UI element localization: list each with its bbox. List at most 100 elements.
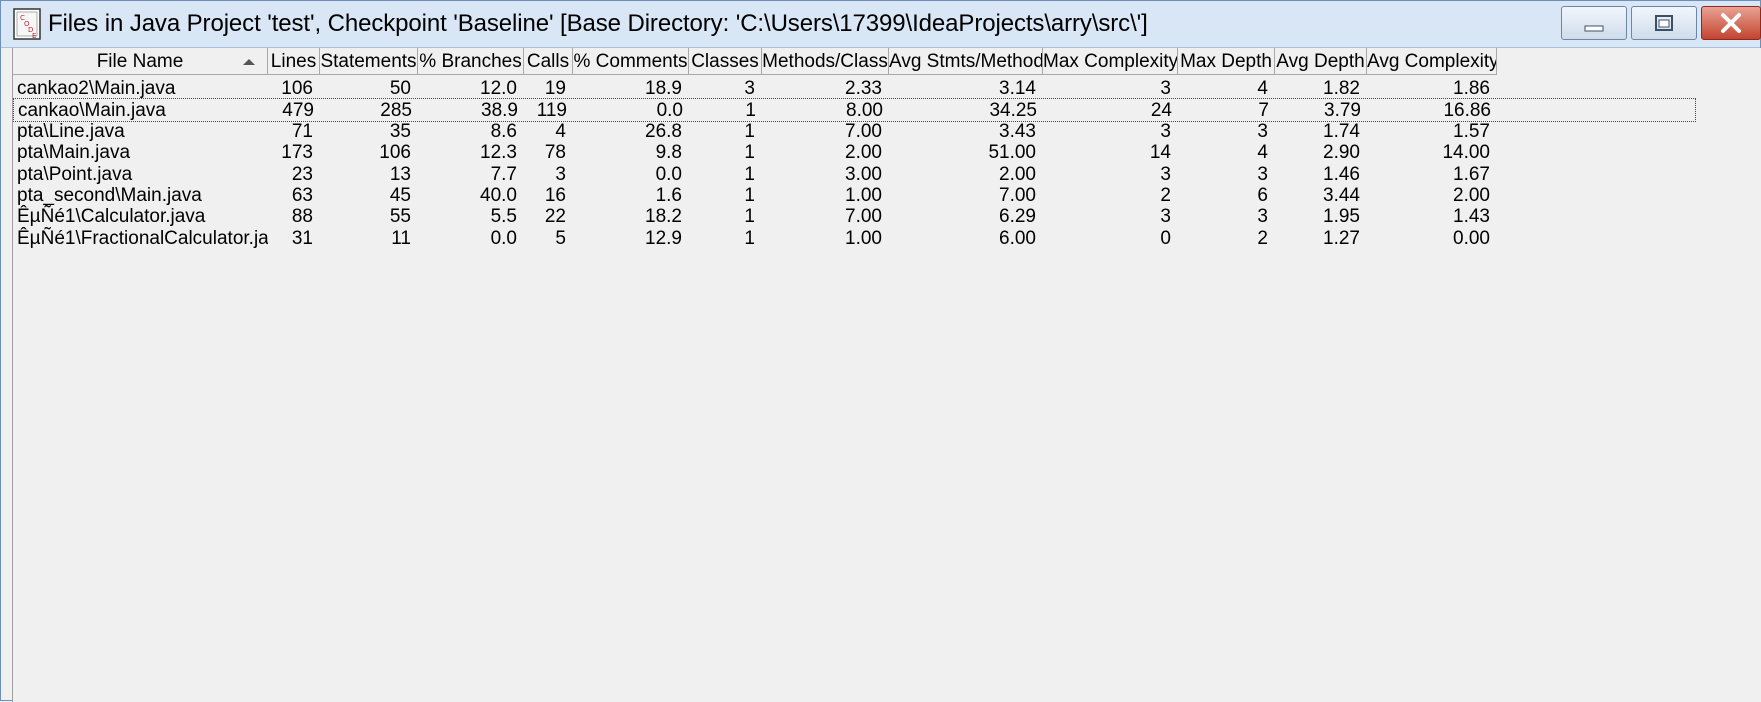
title-bar[interactable]: C O D E Files in Java Project 'test', Ch… (1, 1, 1761, 48)
cell-statements: 35 (389, 120, 411, 142)
cell-calls: 22 (544, 206, 566, 228)
cell-pct-branches: 40.0 (480, 185, 517, 206)
column-header-label: Lines (270, 51, 317, 72)
close-icon (1721, 13, 1741, 33)
column-header-label: Statements (320, 51, 417, 72)
cell-lines: 31 (291, 227, 313, 249)
cell-calls: 78 (544, 142, 566, 164)
svg-text:E: E (32, 32, 36, 40)
cell-max-depth: 3 (1257, 163, 1268, 185)
cell-file-name: pta\Main.java (17, 142, 131, 164)
column-header-classes[interactable]: Classes (689, 48, 762, 75)
cell-pct-comments: 26.8 (645, 120, 682, 142)
close-button[interactable] (1701, 6, 1761, 40)
cell-pct-branches: 8.6 (490, 120, 517, 142)
cell-statements: 13 (389, 163, 411, 185)
table-row[interactable]: pta\Line.java 71 35 8.6 4 26.8 1 7.00 3.43 3 3 1.74… (13, 120, 1696, 144)
column-header-calls[interactable]: Calls (524, 48, 573, 75)
cell-pct-comments: 12.9 (645, 227, 682, 249)
cell-classes: 1 (744, 163, 755, 185)
column-header-file-name[interactable]: File Name (13, 48, 268, 75)
cell-pct-comments: 18.9 (645, 78, 682, 99)
cell-calls: 19 (544, 78, 566, 99)
cell-avg-depth: 1.46 (1323, 163, 1360, 185)
cell-pct-branches: 12.3 (480, 142, 517, 164)
cell-classes: 1 (744, 206, 755, 228)
cell-avg-complexity: 1.67 (1453, 163, 1490, 185)
cell-methods-class: 2.00 (845, 142, 882, 164)
code-app-icon: C O D E (13, 8, 41, 40)
cell-avg-stmts-method: 6.29 (999, 206, 1036, 228)
cell-avg-complexity: 0.00 (1453, 227, 1490, 249)
cell-statements: 45 (389, 185, 411, 206)
cell-max-complexity: 14 (1149, 142, 1171, 164)
table-row[interactable]: pta_second\Main.java 63 45 40.0 16 1.6 1 1.00 7.… (13, 184, 1696, 208)
cell-avg-depth: 1.74 (1323, 120, 1360, 142)
cell-pct-branches: 5.5 (490, 206, 517, 228)
table-row[interactable]: ÊµÑé1\Calculator.java 88 55 5.5 22 18.2 1 7.00 6… (13, 205, 1696, 229)
cell-classes: 1 (744, 185, 755, 206)
sort-ascending-icon (243, 59, 255, 65)
cell-calls: 5 (555, 227, 566, 249)
cell-lines: 173 (281, 142, 313, 164)
main-window: C O D E Files in Java Project 'test', Ch… (0, 0, 1761, 702)
table-row[interactable]: pta\Main.java 173 106 12.3 78 9.8 1 2.00 51.00 14… (13, 141, 1696, 165)
cell-avg-stmts-method: 3.14 (999, 78, 1036, 99)
cell-lines: 23 (291, 163, 313, 185)
column-header-pct-comments[interactable]: % Comments (573, 48, 689, 75)
cell-methods-class: 7.00 (845, 120, 882, 142)
column-header-label: Avg Stmts/Method (889, 51, 1043, 72)
cell-pct-comments: 1.6 (655, 185, 682, 206)
cell-file-name: pta_second\Main.java (17, 185, 202, 206)
column-header-label: Max Complexity (1043, 51, 1178, 72)
column-header-label: Avg Depth (1276, 51, 1365, 72)
column-header-avg-depth[interactable]: Avg Depth (1275, 48, 1367, 75)
column-header-methods-class[interactable]: Methods/Class (762, 48, 889, 75)
cell-methods-class: 1.00 (845, 227, 882, 249)
cell-statements: 50 (389, 78, 411, 99)
cell-avg-complexity: 1.57 (1453, 120, 1490, 142)
cell-statements: 55 (389, 206, 411, 228)
cell-pct-branches: 12.0 (480, 78, 517, 99)
column-header-max-complexity[interactable]: Max Complexity (1043, 48, 1178, 75)
column-header-lines[interactable]: Lines (268, 48, 320, 75)
cell-max-depth: 3 (1257, 206, 1268, 228)
column-header-avg-stmts-method[interactable]: Avg Stmts/Method (889, 48, 1043, 75)
cell-file-name: ÊµÑé1\FractionalCalculator.java (17, 227, 268, 249)
file-metrics-table[interactable]: File Name Lines Statements% Branches Calls%… (12, 48, 1761, 702)
cell-classes: 1 (744, 227, 755, 249)
cell-file-name: ÊµÑé1\Calculator.java (17, 206, 206, 228)
cell-avg-depth: 3.44 (1323, 185, 1360, 206)
column-header-label: % Comments (573, 51, 688, 72)
cell-methods-class: 1.00 (845, 185, 882, 206)
cell-max-complexity: 3 (1160, 206, 1171, 228)
cell-lines: 63 (291, 185, 313, 206)
column-header-statements[interactable]: Statements (320, 48, 418, 75)
cell-max-depth: 4 (1257, 78, 1268, 99)
cell-max-complexity: 3 (1160, 163, 1171, 185)
cell-avg-stmts-method: 3.43 (999, 120, 1036, 142)
column-header-pct-branches[interactable]: % Branches (418, 48, 524, 75)
cell-avg-complexity: 2.00 (1453, 185, 1490, 206)
cell-max-complexity: 3 (1160, 120, 1171, 142)
column-header-avg-complexity[interactable]: Avg Complexity (1367, 48, 1497, 75)
column-header-label: Classes (691, 51, 759, 72)
cell-methods-class: 7.00 (845, 206, 882, 228)
cell-statements: 11 (391, 227, 411, 249)
cell-lines: 71 (291, 120, 313, 142)
cell-lines: 88 (291, 206, 313, 228)
minimize-button[interactable] (1561, 6, 1627, 40)
column-header-max-depth[interactable]: Max Depth (1178, 48, 1275, 75)
cell-methods-class: 2.33 (845, 78, 882, 99)
table-row[interactable]: cankao\Main.java 479 285 38.9 119 0.0 1 8.00 34.… (13, 98, 1696, 123)
maximize-button[interactable] (1631, 6, 1697, 40)
cell-lines: 106 (281, 78, 313, 99)
table-row[interactable]: cankao2\Main.java 106 50 12.0 19 18.9 3 2.33 3.1… (13, 77, 1696, 101)
cell-pct-comments: 18.2 (645, 206, 682, 228)
cell-avg-stmts-method: 7.00 (999, 185, 1036, 206)
table-row[interactable]: ÊµÑé1\FractionalCalculator.java 31 11 0.0 5 1… (13, 227, 1696, 251)
table-row[interactable]: pta\Point.java 23 13 7.7 3 0.0 1 3.00 2.00 3 3 1.46… (13, 163, 1696, 187)
column-header-label: Max Depth (1180, 51, 1272, 72)
cell-file-name: pta\Point.java (17, 163, 133, 185)
minimize-icon (1584, 25, 1604, 32)
